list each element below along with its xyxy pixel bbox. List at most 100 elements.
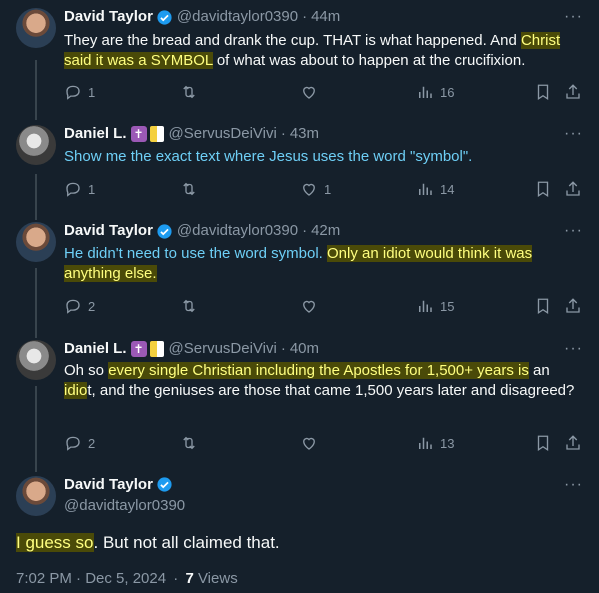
like-button[interactable] [300,297,324,315]
reply-icon [66,299,80,314]
share-button[interactable] [564,434,582,452]
reply-count: 1 [88,181,96,197]
heart-icon [303,437,315,450]
author-handle[interactable]: @ServusDeiVivi [169,339,277,359]
retweet-button[interactable] [180,297,198,315]
action-bar: 2 15 [64,297,584,317]
analytics-icon [419,86,432,98]
tweet-header: David Taylor @davidtaylor0390 · 42m [64,221,340,241]
reply-button[interactable]: 1 [64,83,95,101]
bookmark-button[interactable] [534,83,552,101]
share-button[interactable] [564,180,582,198]
action-bar: 2 13 [64,434,584,454]
separator: · [302,8,308,25]
timestamp[interactable]: 44m [311,7,340,27]
more-options-icon[interactable]: ··· [564,476,583,494]
like-button[interactable]: 1 [300,180,331,198]
bookmark-button[interactable] [534,297,552,315]
views-button[interactable]: 14 [416,180,454,198]
avatar[interactable] [16,8,56,48]
views-button[interactable]: 16 [416,83,454,101]
reply-icon [66,436,80,451]
author-name[interactable]: Daniel L. [64,124,127,144]
author-name[interactable]: Daniel L. [64,339,127,359]
text-part: . But not all claimed that. [93,533,280,552]
heart-icon [303,86,315,99]
timestamp[interactable]: 42m [311,221,340,241]
avatar[interactable] [16,125,56,165]
avatar[interactable] [16,340,56,380]
tweet-meta: 7:02 PM · Dec 5, 2024 · 7 Views [16,570,238,587]
author-name[interactable]: David Taylor [64,221,153,241]
author-handle[interactable]: @ServusDeiVivi [169,124,277,144]
share-icon [566,181,580,196]
retweet-button[interactable] [180,434,198,452]
tweet-text: Show me the exact text where Jesus uses … [64,148,473,165]
author-handle[interactable]: @davidtaylor0390 [177,7,298,27]
share-button[interactable] [564,297,582,315]
separator: · [302,222,308,239]
separator: · [280,125,286,142]
timestamp[interactable]: 43m [290,124,319,144]
share-icon [566,435,580,450]
more-options-icon[interactable]: ··· [564,8,583,26]
analytics-icon [419,183,432,195]
reply-count: 2 [88,298,96,314]
separator: · [280,340,286,357]
retweet-icon [183,85,195,99]
retweet-icon [183,299,195,313]
timestamp[interactable]: 40m [290,339,319,359]
author-name-row: David Taylor [64,476,177,493]
verified-badge-icon [157,9,172,25]
bookmark-icon [537,181,549,198]
retweet-button[interactable] [180,83,198,101]
reply-button[interactable]: 2 [64,434,95,452]
tweet-header: David Taylor @davidtaylor0390 · 44m [64,7,340,27]
reply-count: 1 [88,84,96,100]
like-button[interactable] [300,434,324,452]
share-icon [566,298,580,313]
cross-emoji-icon: ✝ [130,341,147,357]
tweet-text: I guess so. But not all claimed that. [16,531,280,555]
more-options-icon[interactable]: ··· [564,222,583,240]
author-handle[interactable]: @davidtaylor0390 [64,497,185,514]
retweet-button[interactable] [180,180,198,198]
more-options-icon[interactable]: ··· [564,125,583,143]
view-count: 13 [440,435,455,451]
reply-count: 2 [88,435,96,451]
bookmark-icon [537,298,549,315]
vatican-flag-icon [149,341,164,357]
avatar[interactable] [16,222,56,262]
like-count: 1 [324,181,332,197]
tweet-text: Oh so every single Christian including t… [64,361,576,401]
view-count: 14 [440,181,455,197]
action-bar: 1 1 14 [64,180,584,200]
text-part: He didn't need to use the word symbol. [64,245,328,262]
vatican-flag-icon [149,126,164,142]
views-button[interactable]: 15 [416,297,454,315]
avatar[interactable] [16,476,56,516]
tweet-text: They are the bread and drank the cup. TH… [64,31,576,71]
bookmark-icon [537,435,549,452]
author-name[interactable]: David Taylor [64,476,153,493]
bookmark-button[interactable] [534,434,552,452]
retweet-icon [183,182,195,196]
author-handle[interactable]: @davidtaylor0390 [177,221,298,241]
bookmark-button[interactable] [534,180,552,198]
analytics-icon [419,300,432,312]
tweet-text: He didn't need to use the word symbol. O… [64,244,576,284]
post-timestamp[interactable]: 7:02 PM · Dec 5, 2024 [16,570,166,587]
text-part: of what was about to happen at the cruci… [212,52,526,69]
share-button[interactable] [564,83,582,101]
text-part: an [528,362,550,379]
reply-button[interactable]: 1 [64,180,95,198]
like-button[interactable] [300,83,324,101]
highlighted-text: I guess so [16,533,94,552]
reply-icon [66,85,80,100]
views-button[interactable]: 13 [416,434,454,452]
author-name[interactable]: David Taylor [64,7,153,27]
reply-button[interactable]: 2 [64,297,95,315]
more-options-icon[interactable]: ··· [564,340,583,358]
heart-icon [303,183,315,196]
action-bar: 1 16 [64,83,584,103]
